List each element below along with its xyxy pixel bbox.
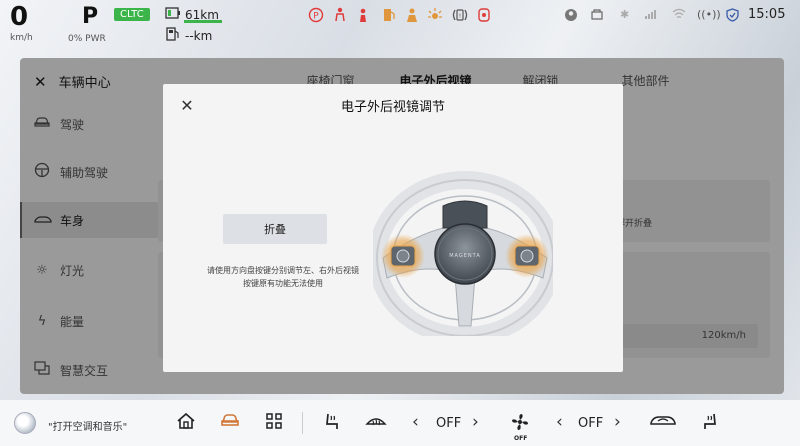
dialog-hint: 请使用方向盘按键分别调节左、右外后视镜 按键原有功能无法使用 xyxy=(183,264,383,290)
chevron-left-icon[interactable]: ‹ xyxy=(556,412,563,432)
ev-range-bar xyxy=(184,20,222,23)
sidebar-item-label: 能量 xyxy=(60,314,85,329)
car-icon xyxy=(34,116,50,132)
sun-icon: ☼ xyxy=(36,262,48,278)
profile-icon[interactable] xyxy=(564,8,578,25)
cltc-badge: CLTC xyxy=(114,8,150,21)
sidebar-item-body[interactable]: 车身 xyxy=(20,202,158,238)
right-temperature: OFF xyxy=(578,416,604,431)
apps-grid-icon[interactable] xyxy=(262,412,286,434)
wheel-badge: MAGENTA xyxy=(449,253,481,259)
vehicle-fault-icon xyxy=(476,7,492,28)
tire-pressure-icon: ! xyxy=(452,7,468,28)
sidebar-item-smart-interaction[interactable]: 智慧交互 xyxy=(34,352,158,388)
light-warning-icon xyxy=(427,7,443,28)
speed-setting-box[interactable]: 120km/h xyxy=(610,324,758,348)
sidebar-item-energy[interactable]: ϟ 能量 xyxy=(34,303,158,339)
sidebar-header: ✕ 车辆中心 xyxy=(34,72,111,92)
fan-status: OFF xyxy=(514,435,528,442)
wifi-icon xyxy=(672,8,686,23)
voice-assistant-icon[interactable] xyxy=(14,412,36,434)
left-temperature: OFF xyxy=(436,416,462,431)
sidebar: ✕ 车辆中心 驾驶 辅助驾驶 车身 ☼ 灯光 ϟ 能量 智慧交互 xyxy=(20,58,158,394)
chevron-left-icon[interactable]: ‹ xyxy=(412,412,419,432)
chevron-right-icon[interactable]: › xyxy=(614,412,621,432)
sidebar-title: 车辆中心 xyxy=(58,76,111,91)
svg-text:P: P xyxy=(313,12,319,22)
voice-prompt[interactable]: "打开空调和音乐" xyxy=(48,418,127,433)
airbag-warning-icon xyxy=(356,7,370,28)
status-bar: 0 km/h P 0% PWR CLTC 61km --km P ! ✱ ((•… xyxy=(0,0,800,48)
signal-icon xyxy=(644,8,658,23)
battery-icon xyxy=(165,6,181,23)
steering-wheel-icon xyxy=(34,162,50,182)
active-indicator xyxy=(20,202,22,238)
seat-heat-right-icon[interactable] xyxy=(698,412,722,436)
windshield-defrost-icon[interactable] xyxy=(364,412,388,434)
sidebar-item-label: 车身 xyxy=(60,213,85,228)
seatbelt-warning-icon xyxy=(333,7,347,28)
close-icon[interactable]: ✕ xyxy=(34,73,47,91)
sidebar-item-driving[interactable]: 驾驶 xyxy=(34,106,158,142)
vehicle-icon[interactable] xyxy=(218,412,242,432)
steering-wheel-illustration: MAGENTA xyxy=(368,166,562,345)
dialog-title: 电子外后视镜调节 xyxy=(340,100,445,115)
interaction-icon xyxy=(34,361,50,379)
seatbelt-icon xyxy=(590,8,604,25)
speed-unit: km/h xyxy=(10,33,33,43)
chevron-right-icon[interactable]: › xyxy=(472,412,479,432)
driver-warning-icon xyxy=(405,7,419,28)
bluetooth-icon: ✱ xyxy=(620,8,630,21)
speed-value: 0 xyxy=(10,2,29,32)
sidebar-item-label: 智慧交互 xyxy=(60,363,109,378)
car-body-icon xyxy=(34,213,52,228)
sidebar-item-label: 辅助驾驶 xyxy=(60,165,109,180)
security-shield-icon xyxy=(726,8,739,25)
gear-indicator: P xyxy=(82,4,99,29)
power-indicator: 0% PWR xyxy=(68,34,106,44)
sidebar-item-lights[interactable]: ☼ 灯光 xyxy=(34,252,158,288)
clock: 15:05 xyxy=(748,7,786,22)
divider xyxy=(302,412,303,434)
sidebar-item-label: 灯光 xyxy=(60,263,85,278)
bottom-dock: "打开空调和音乐" ‹ OFF › OFF ‹ OFF › xyxy=(0,400,800,446)
broadcast-icon: ((•)) xyxy=(697,8,721,21)
home-icon[interactable] xyxy=(174,412,198,434)
seat-heat-left-icon[interactable] xyxy=(320,412,344,436)
svg-text:!: ! xyxy=(459,13,461,20)
fold-button[interactable]: 折叠 xyxy=(223,214,327,244)
mirror-adjust-dialog: ✕ 电子外后视镜调节 折叠 请使用方向盘按键分别调节左、右外后视镜 按键原有功能… xyxy=(163,84,623,372)
recirculation-icon[interactable] xyxy=(648,412,678,432)
parking-brake-icon: P xyxy=(308,7,324,28)
hint-line: 请使用方向盘按键分别调节左、右外后视镜 xyxy=(207,266,359,275)
fuel-warning-icon xyxy=(382,7,396,28)
hint-line: 按键原有功能无法使用 xyxy=(243,279,323,288)
fuel-range: --km xyxy=(165,27,212,44)
fuel-range-value: --km xyxy=(185,28,213,43)
sidebar-item-label: 驾驶 xyxy=(60,117,85,132)
sidebar-item-driving-assist[interactable]: 辅助驾驶 xyxy=(34,154,158,190)
fuel-pump-icon xyxy=(165,27,181,44)
lightning-icon: ϟ xyxy=(37,313,47,329)
fan-icon[interactable] xyxy=(508,412,532,436)
